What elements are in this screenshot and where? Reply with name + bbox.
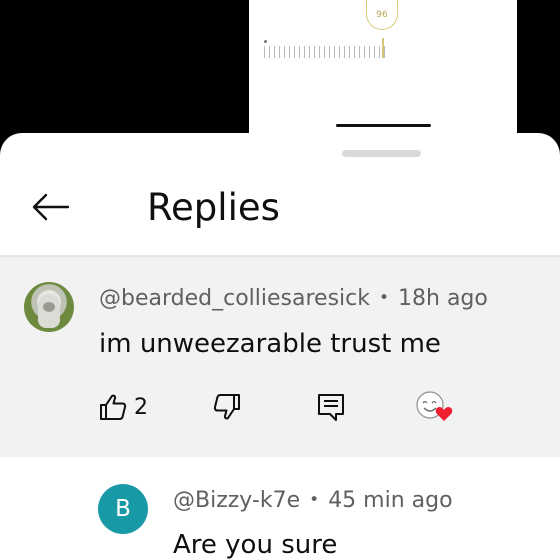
comment-meta: @bearded_colliesaresick • 18h ago <box>99 283 488 314</box>
avatar-dog-face <box>43 302 55 312</box>
back-arrow-icon <box>32 193 70 221</box>
back-button[interactable] <box>24 185 76 229</box>
ruler-ticks <box>264 46 389 58</box>
dial-indicator: 96 <box>366 0 398 30</box>
replies-header: Replies <box>0 173 560 255</box>
comment-actions: 2 <box>0 387 560 437</box>
creator-heart-badge <box>414 387 458 427</box>
home-indicator <box>336 124 431 127</box>
avatar[interactable]: B <box>98 484 148 534</box>
page-title: Replies <box>147 186 280 229</box>
like-button[interactable]: 2 <box>98 387 148 427</box>
comment-author[interactable]: @bearded_colliesaresick <box>99 286 370 311</box>
dislike-button[interactable] <box>212 387 242 427</box>
drag-handle[interactable] <box>342 150 421 157</box>
reply-comment: B @Bizzy-k7e • 45 min ago Are you sure <box>0 457 560 560</box>
ruler-dot <box>264 40 267 43</box>
comment-text: im unweezarable trust me <box>99 329 441 359</box>
meta-separator: • <box>378 288 390 308</box>
reply-meta: @Bizzy-k7e • 45 min ago <box>173 485 453 516</box>
comment-time: 18h ago <box>398 286 488 311</box>
video-preview[interactable]: 96 <box>249 0 517 135</box>
ruler-marker <box>382 38 384 58</box>
reply-time: 45 min ago <box>328 488 453 513</box>
like-count: 2 <box>134 394 148 420</box>
reply-text: Are you sure <box>173 530 338 560</box>
reply-icon <box>318 394 344 421</box>
parent-comment: @bearded_colliesaresick • 18h ago im unwee… <box>0 257 560 457</box>
meta-separator: • <box>309 490 320 510</box>
creator-heart-icon <box>416 391 453 421</box>
thumb-down-icon <box>213 394 240 420</box>
reply-author[interactable]: @Bizzy-k7e <box>173 488 300 513</box>
replies-sheet: Replies @bearded_colliesaresick • 18h ago … <box>0 133 560 560</box>
reply-button[interactable] <box>316 387 346 427</box>
thumb-up-icon <box>100 394 127 420</box>
avatar[interactable] <box>24 282 74 332</box>
